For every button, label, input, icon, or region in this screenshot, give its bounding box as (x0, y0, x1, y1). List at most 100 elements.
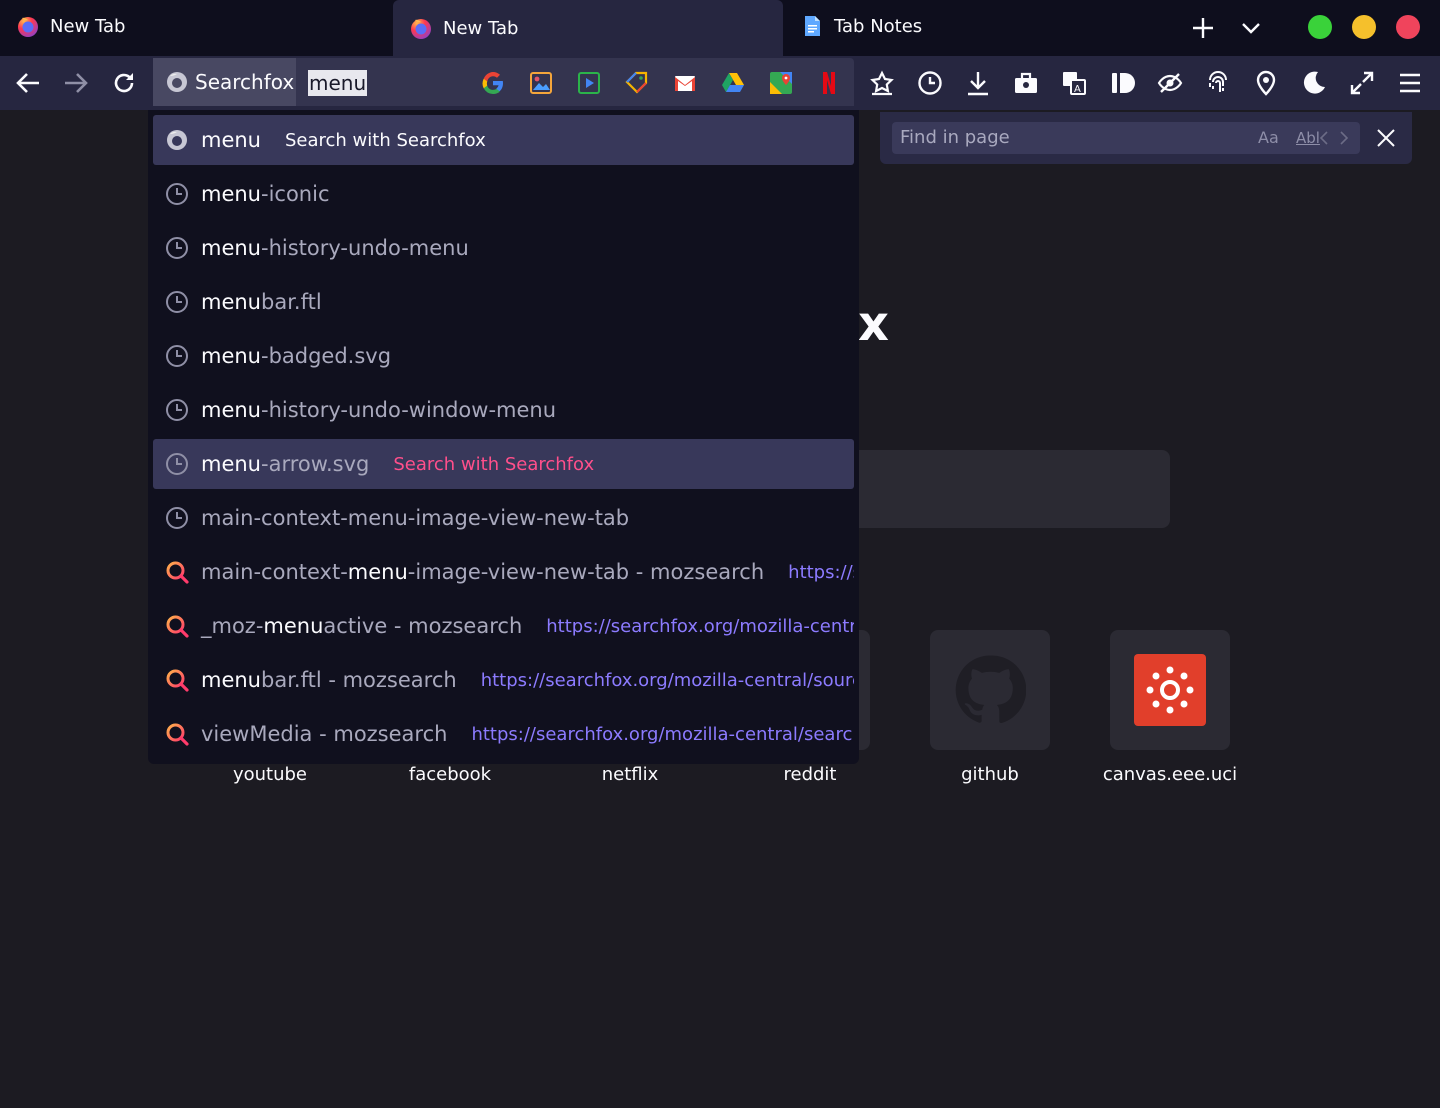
suggestion-row[interactable]: main-context-menu-image-view-new-tab - m… (153, 547, 854, 597)
suggestion-text: -image-view-new-tab - mozsearch (407, 560, 765, 584)
tab-title: Tab Notes (834, 15, 923, 37)
navigation-toolbar: Searchfox menu A (0, 56, 1440, 110)
suggestion-match-text: menu (201, 398, 261, 422)
images-icon[interactable] (528, 70, 554, 96)
new-tab-button[interactable] (1187, 12, 1219, 44)
gmail-icon[interactable] (672, 70, 698, 96)
suggestion-title: _moz-menuactive - mozsearch (201, 614, 522, 638)
top-site-canvas[interactable] (1110, 630, 1230, 750)
history-icon (166, 453, 188, 475)
suggestion-title: menubar.ftl - mozsearch (201, 668, 457, 692)
arrow-left-icon (16, 73, 39, 93)
forward-button[interactable] (60, 67, 92, 99)
history-icon (918, 71, 942, 95)
top-site-github[interactable] (930, 630, 1050, 750)
suggestion-row[interactable]: menu-arrow.svg Search with Searchfox (153, 439, 854, 489)
google-icon[interactable] (480, 70, 506, 96)
suggestion-row[interactable]: _moz-menuactive - mozsearch https://searc… (153, 601, 854, 651)
suggestion-match-text: menu (201, 236, 261, 260)
toolbox-icon (1015, 72, 1037, 93)
suggestion-match-text: menu (347, 560, 408, 584)
tab-title: New Tab (50, 15, 126, 37)
suggestion-title: menu-badged.svg (201, 344, 391, 368)
suggestion-text: bar.ftl (261, 290, 322, 314)
suggestion-title: viewMedia - mozsearch (201, 722, 447, 746)
find-in-page-input[interactable]: Find in page Aa Abl (892, 122, 1360, 154)
history-button[interactable] (914, 67, 946, 99)
history-icon (166, 345, 188, 367)
location-button[interactable] (1250, 67, 1282, 99)
suggestion-row[interactable]: menu-history-undo-window-menu (153, 385, 854, 435)
url-input[interactable]: menu (308, 70, 368, 96)
back-button[interactable] (12, 67, 44, 99)
id-button[interactable] (1106, 67, 1138, 99)
github-icon (955, 655, 1026, 724)
chevron-left-icon[interactable] (1316, 130, 1332, 146)
close-window-button[interactable] (1396, 15, 1420, 39)
suggestion-text: -arrow.svg (261, 452, 370, 476)
reload-button[interactable] (108, 67, 140, 99)
dark-mode-button[interactable] (1298, 67, 1330, 99)
suggestion-text: _moz- (201, 614, 264, 638)
suggestion-title: menubar.ftl (201, 290, 322, 314)
match-case-toggle[interactable]: Aa (1258, 122, 1279, 154)
maps-icon[interactable] (768, 70, 794, 96)
suggestion-title: menu-history-undo-menu (201, 236, 469, 260)
page-search-box[interactable] (820, 450, 1170, 528)
suggestion-row[interactable]: main-context-menu-image-view-new-tab (153, 493, 854, 543)
suggestion-action: Search with Searchfox (393, 453, 595, 475)
fingerprint-icon (1209, 71, 1227, 92)
suggestion-title: main-context-menu-image-view-new-tab (201, 506, 629, 530)
suggestion-row[interactable]: menubar.ftl - mozsearch https://searchfox… (153, 655, 854, 705)
suggestion-text: main-context- (201, 560, 348, 584)
hide-eye-icon (1157, 73, 1183, 93)
magnifier-icon (166, 561, 189, 584)
downloads-button[interactable] (962, 67, 994, 99)
toolbox-button[interactable] (1010, 67, 1042, 99)
tag-icon[interactable] (624, 70, 650, 96)
suggestion-row[interactable]: menu Search with Searchfox (153, 115, 854, 165)
chevron-down-icon (1242, 23, 1260, 34)
suggestion-row[interactable]: menu-badged.svg (153, 331, 854, 381)
bookmarks-button[interactable] (866, 67, 898, 99)
search-engine-chip[interactable]: Searchfox (153, 58, 296, 106)
urlbar-results-dropdown: menu Search with Searchfox menu-iconic menu… (148, 110, 859, 764)
top-site-label: canvas.eee.uci (1102, 764, 1238, 785)
drive-icon[interactable] (720, 70, 746, 96)
tab-new-tab-1[interactable]: New Tab (0, 0, 392, 52)
fingerprint-button[interactable] (1202, 67, 1234, 99)
app-menu-button[interactable] (1394, 67, 1426, 99)
maximize-window-button[interactable] (1308, 15, 1332, 39)
suggestion-url: https://searchfox.org/mozilla-central/se… (788, 561, 854, 583)
document-icon (805, 16, 820, 36)
suggestion-row[interactable]: menu-iconic (153, 169, 854, 219)
list-all-tabs-button[interactable] (1235, 12, 1267, 44)
tab-tab-notes[interactable]: Tab Notes (784, 0, 1174, 52)
svg-text:A: A (1074, 84, 1081, 95)
id-icon (1112, 73, 1135, 93)
suggestion-row[interactable]: menu-history-undo-menu (153, 223, 854, 273)
magnifier-icon (166, 669, 189, 692)
search-engine-name: Searchfox (195, 70, 295, 94)
tab-strip: New Tab New Tab Tab Notes (0, 0, 1440, 56)
hide-button[interactable] (1154, 67, 1186, 99)
suggestion-row[interactable]: menubar.ftl (153, 277, 854, 327)
translate-button[interactable]: A (1058, 67, 1090, 99)
suggestion-row[interactable]: viewMedia - mozsearch https://searchfox.o… (153, 709, 854, 759)
firefox-icon (411, 19, 431, 39)
minimize-window-button[interactable] (1352, 15, 1376, 39)
suggestion-match-text: menu (201, 128, 261, 152)
arrow-right-icon (65, 73, 88, 93)
canvas-logo-icon (1134, 654, 1206, 726)
close-icon[interactable] (1376, 128, 1396, 148)
chevron-right-icon[interactable] (1336, 130, 1352, 146)
history-icon (166, 507, 188, 529)
fullscreen-button[interactable] (1346, 67, 1378, 99)
suggestion-match-text: menu (201, 344, 261, 368)
bookmark-star-icon (870, 70, 894, 96)
netflix-icon[interactable] (816, 70, 842, 96)
tab-new-tab-active[interactable]: New Tab (393, 0, 783, 56)
suggestion-url: https://searchfox.org/mozilla-central/se… (471, 723, 854, 745)
play-store-icon[interactable] (576, 70, 602, 96)
url-bar[interactable]: Searchfox menu (153, 58, 854, 106)
